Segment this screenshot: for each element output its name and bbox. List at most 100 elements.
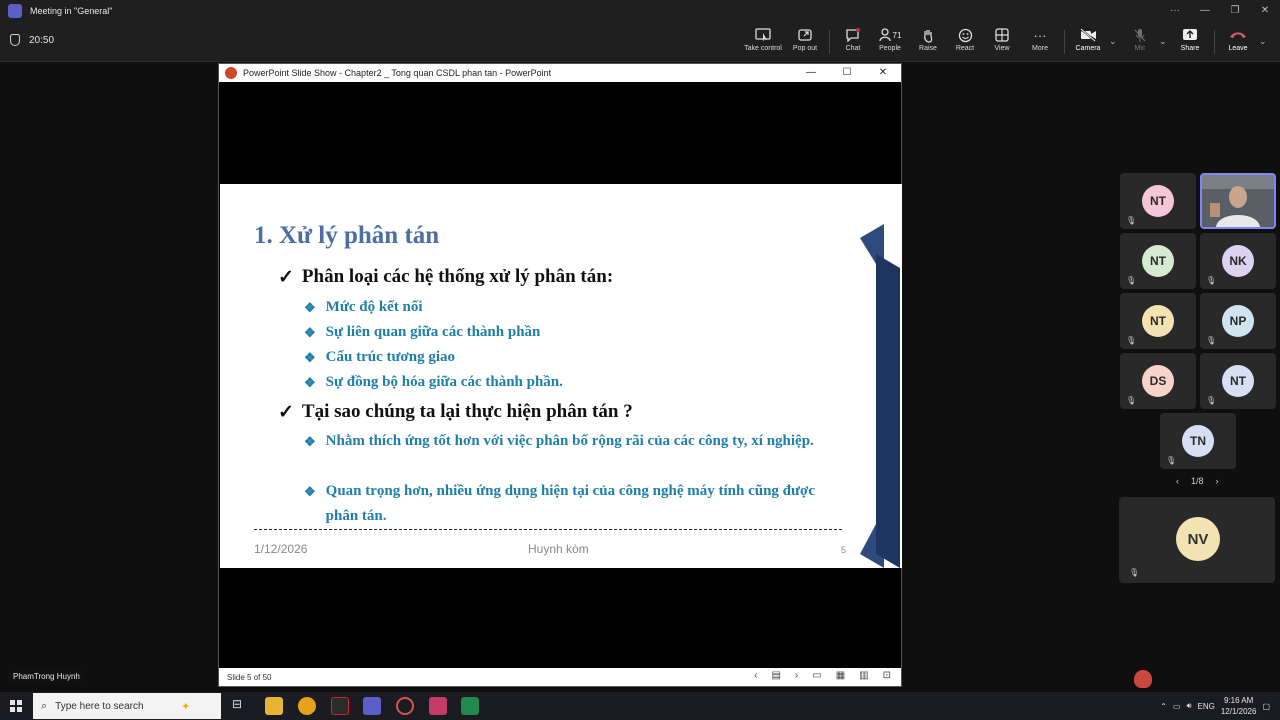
- participant-tile[interactable]: NP 🎙︎: [1200, 293, 1276, 349]
- mic-button[interactable]: Mic: [1121, 26, 1159, 58]
- participant-tile[interactable]: NK 🎙︎: [1200, 233, 1276, 289]
- slide-footer-author: Huynh kòm: [528, 542, 589, 556]
- react-button[interactable]: React: [946, 26, 984, 58]
- teams-app-icon: [8, 4, 22, 18]
- app-icon[interactable]: [429, 697, 447, 715]
- mic-options-chevron-icon[interactable]: ⌄: [1159, 36, 1167, 47]
- ppt-close-icon[interactable]: ✕: [865, 64, 901, 82]
- bullet-text: Nhằm thích ứng tốt hơn với việc phân bố …: [325, 433, 814, 449]
- slideshow-view-icon[interactable]: ⊡: [883, 670, 891, 681]
- share-button[interactable]: Share: [1171, 26, 1209, 58]
- avatar: NT: [1222, 365, 1254, 397]
- app-icon[interactable]: [396, 697, 414, 715]
- meeting-timer: 20:50: [10, 34, 54, 46]
- more-options-icon[interactable]: ···: [1160, 0, 1190, 22]
- ppt-minimize-icon[interactable]: —: [793, 64, 829, 82]
- participant-tile[interactable]: NT 🎙︎: [1200, 353, 1276, 409]
- taskbar-search-box[interactable]: ⌕ ✦: [33, 693, 221, 719]
- leave-options-chevron-icon[interactable]: ⌄: [1259, 36, 1267, 47]
- raise-button[interactable]: Raise: [909, 26, 947, 58]
- taskbar-clock[interactable]: 9:16 AM 12/1/2026: [1221, 695, 1257, 717]
- powerpoint-window-title: PowerPoint Slide Show - Chapter2 _ Tong …: [243, 68, 552, 78]
- diamond-bullet-icon: ❖: [304, 325, 316, 340]
- participant-tile[interactable]: DS 🎙︎: [1120, 353, 1196, 409]
- mic-muted-icon: 🎙︎: [1206, 396, 1217, 405]
- search-input[interactable]: [55, 700, 176, 712]
- camera-options-chevron-icon[interactable]: ⌄: [1109, 36, 1117, 47]
- participant-video-feed: [1202, 175, 1274, 227]
- view-button[interactable]: View: [983, 26, 1021, 58]
- people-count: 71: [892, 30, 902, 40]
- teams-taskbar-icon[interactable]: [363, 697, 381, 715]
- windows-taskbar: ⌕ ✦ ⊟ ⌃ ▭ 🔊︎ ENG 9:16 AM 12/1/2026 ▢: [0, 692, 1280, 720]
- search-icon: ⌕: [41, 699, 48, 712]
- next-slide-icon[interactable]: ›: [795, 670, 798, 681]
- bullet-text: Quan trọng hơn, nhiều ứng dụng hiện tại …: [325, 483, 815, 524]
- take-control-button[interactable]: Take control: [744, 26, 782, 58]
- timer-text: 20:50: [29, 34, 55, 46]
- clock-date: 12/1/2026: [1220, 707, 1257, 716]
- app-icon[interactable]: [331, 697, 349, 715]
- close-icon[interactable]: ✕: [1250, 0, 1280, 22]
- maximize-icon[interactable]: ❐: [1220, 0, 1250, 22]
- mic-off-icon: [1134, 28, 1146, 42]
- leave-button[interactable]: Leave: [1219, 26, 1257, 58]
- speaker-icon[interactable]: 🔊︎: [1186, 701, 1191, 711]
- tray-expand-icon[interactable]: ⌃: [1160, 702, 1167, 711]
- slide-bullet-level2: ❖ Quan trọng hơn, nhiều ứng dụng hiện tạ…: [304, 479, 824, 529]
- search-highlight-icon: ✦: [181, 700, 191, 713]
- powerpoint-icon: [225, 67, 237, 79]
- mic-muted-icon: 🎙︎: [1126, 396, 1137, 405]
- pop-out-button[interactable]: Pop out: [786, 26, 824, 58]
- presenter-name-label: PhamTrong Huynh: [8, 670, 85, 683]
- reaction-emoji-icon: [1134, 670, 1152, 688]
- powerpoint-slideshow-window: PowerPoint Slide Show - Chapter2 _ Tong …: [218, 63, 902, 687]
- network-icon[interactable]: ▭: [1173, 702, 1181, 711]
- avatar: NT: [1142, 305, 1174, 337]
- chat-icon: [846, 28, 860, 42]
- file-explorer-icon[interactable]: [265, 697, 283, 715]
- shield-icon: [10, 34, 20, 46]
- notifications-icon[interactable]: ▢: [1262, 702, 1270, 711]
- bullet-text: Tại sao chúng ta lại thực hiện phân tán …: [301, 401, 633, 422]
- people-button[interactable]: 71 People: [871, 26, 909, 58]
- windows-start-icon[interactable]: [10, 700, 22, 712]
- language-indicator[interactable]: ENG: [1198, 702, 1215, 711]
- raise-hand-icon: [924, 29, 933, 43]
- participant-tile[interactable]: NT 🎙︎: [1120, 293, 1196, 349]
- more-dots-icon: ···: [1033, 27, 1047, 43]
- slide-bullet-level2: ❖ Mức độ kết nối: [304, 295, 824, 320]
- slide-sorter-icon[interactable]: ▦: [836, 670, 845, 681]
- participant-tile-large[interactable]: NV 🎙︎: [1119, 497, 1275, 583]
- toolbar-divider: [829, 30, 830, 54]
- slideshow-nav-controls: ‹ ▤ › ▭ ▦ ▥ ⊡: [754, 670, 891, 681]
- page-indicator: 1/8: [1191, 476, 1204, 486]
- minimize-icon[interactable]: —: [1190, 0, 1220, 22]
- participant-tile[interactable]: TN 🎙︎: [1160, 413, 1236, 469]
- ppt-maximize-icon[interactable]: ☐: [829, 64, 865, 82]
- slide-footer-page-number: 5: [841, 545, 847, 555]
- slide-menu-icon[interactable]: ▤: [771, 670, 780, 681]
- task-view-icon[interactable]: ⊟: [232, 697, 250, 715]
- system-tray: ⌃ ▭ 🔊︎ ENG 9:16 AM 12/1/2026 ▢: [1160, 692, 1280, 720]
- diamond-bullet-icon: ❖: [304, 484, 316, 499]
- bullet-text: Sự liên quan giữa các thành phần: [325, 324, 541, 340]
- camera-button[interactable]: Camera: [1069, 26, 1107, 58]
- more-button[interactable]: ··· More: [1021, 26, 1059, 58]
- take-control-icon: [755, 28, 771, 42]
- participant-video-tile[interactable]: [1200, 173, 1276, 229]
- people-icon: [878, 28, 891, 42]
- chrome-browser-icon[interactable]: [298, 697, 316, 715]
- excel-icon[interactable]: [461, 697, 479, 715]
- previous-page-chevron-icon[interactable]: ‹: [1176, 476, 1179, 486]
- chat-button[interactable]: Chat: [834, 26, 872, 58]
- participant-tile[interactable]: NT 🎙︎: [1120, 233, 1196, 289]
- meeting-toolbar: 20:50 Take control Pop out Chat 71 Peopl…: [0, 22, 1280, 62]
- participant-tile[interactable]: NT 🎙︎: [1120, 173, 1196, 229]
- slide-bullet-level2: ❖ Cấu trúc tương giao: [304, 345, 824, 370]
- reading-view-icon[interactable]: ▥: [859, 670, 868, 681]
- normal-view-icon[interactable]: ▭: [812, 670, 821, 681]
- mic-muted-icon: 🎙︎: [1166, 456, 1177, 465]
- previous-slide-icon[interactable]: ‹: [754, 670, 757, 681]
- next-page-chevron-icon[interactable]: ›: [1216, 476, 1219, 486]
